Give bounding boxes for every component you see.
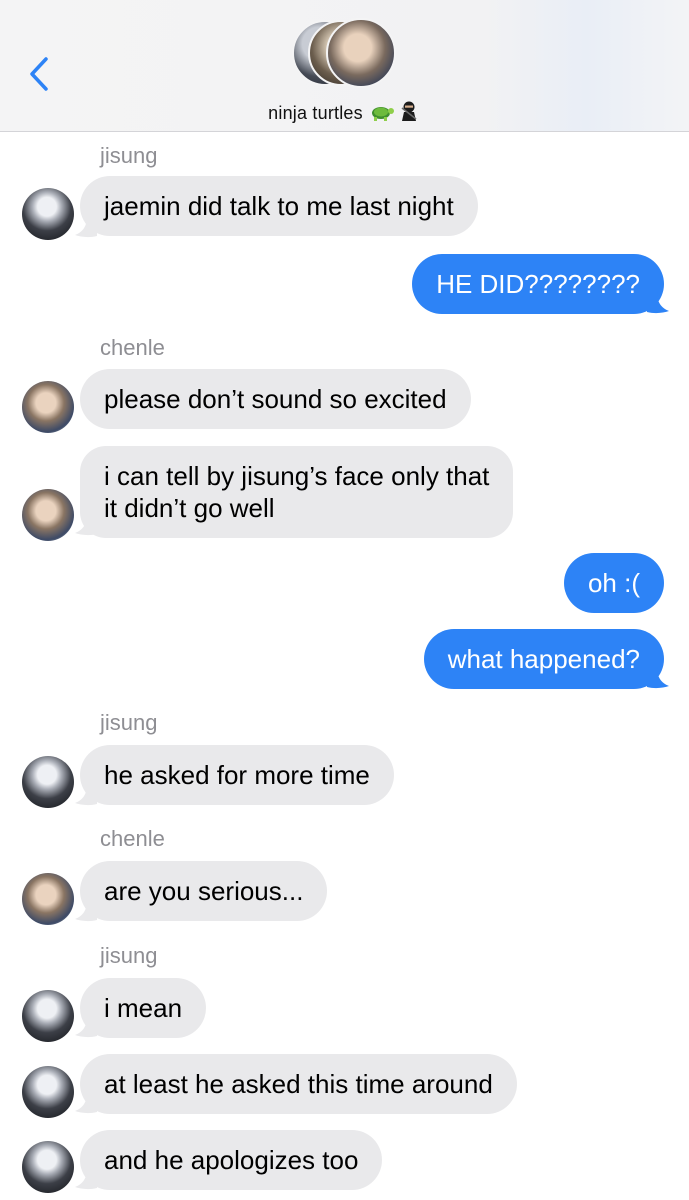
incoming-message-bubble[interactable]: he asked for more time: [80, 745, 394, 805]
incoming-message-bubble[interactable]: i can tell by jisung’s face only that it…: [80, 446, 514, 538]
message-text: are you serious...: [104, 876, 304, 906]
sender-avatar[interactable]: [22, 756, 74, 808]
message-text: please don’t sound so excited: [104, 384, 447, 414]
incoming-message-bubble[interactable]: at least he asked this time around: [80, 1054, 517, 1114]
group-avatar-stack[interactable]: [292, 18, 402, 90]
sender-avatar[interactable]: [22, 188, 74, 240]
sender-name: jisung: [100, 943, 158, 968]
message-text: i mean: [104, 993, 183, 1023]
bubble-tail: [647, 292, 669, 314]
bubble-tail: [75, 514, 97, 536]
sender-name: jisung: [100, 143, 158, 168]
bubble-tail: [75, 1092, 97, 1114]
incoming-message-bubble[interactable]: and he apologizes too: [80, 1130, 383, 1190]
bubble-tail: [75, 784, 97, 806]
turtle-ninja-emoji: [369, 100, 421, 127]
incoming-message-bubble[interactable]: please don’t sound so excited: [80, 369, 471, 429]
chevron-left-icon: [30, 57, 48, 91]
conversation-header: ninja turtles 🐢🥷: [0, 0, 689, 132]
sender-avatar[interactable]: [22, 873, 74, 925]
bubble-tail: [75, 216, 97, 238]
sender-name: jisung: [100, 710, 158, 735]
bubble-tail: [75, 900, 97, 922]
group-name-text: ninja turtles: [268, 103, 363, 123]
bubble-tail: [75, 1016, 97, 1038]
back-button[interactable]: [24, 52, 58, 96]
message-text: at least he asked this time around: [104, 1069, 493, 1099]
message-text: i can tell by jisung’s face only that: [104, 461, 490, 491]
sender-avatar[interactable]: [22, 381, 74, 433]
sender-avatar[interactable]: [22, 990, 74, 1042]
sender-avatar[interactable]: [22, 1066, 74, 1118]
bubble-tail: [647, 667, 669, 689]
incoming-message-bubble[interactable]: are you serious...: [80, 861, 328, 921]
message-text: and he apologizes too: [104, 1145, 359, 1175]
message-text: what happened?: [447, 644, 640, 674]
sender-avatar[interactable]: [22, 1141, 74, 1193]
group-member-avatar: [326, 18, 396, 88]
outgoing-message-bubble[interactable]: what happened?: [423, 629, 664, 689]
bubble-tail: [75, 1168, 97, 1190]
incoming-message-bubble[interactable]: jaemin did talk to me last night: [80, 176, 478, 236]
sender-avatar[interactable]: [22, 489, 74, 541]
outgoing-message-bubble[interactable]: HE DID????????: [412, 254, 664, 314]
message-text: HE DID????????: [436, 269, 640, 299]
sender-name: chenle: [100, 826, 165, 851]
message-text: oh :(: [587, 568, 640, 598]
group-title[interactable]: ninja turtles 🐢🥷: [0, 100, 689, 127]
sender-name: chenle: [100, 335, 165, 360]
message-text: jaemin did talk to me last night: [104, 191, 454, 221]
message-text: he asked for more time: [104, 760, 370, 790]
outgoing-message-bubble[interactable]: oh :(: [563, 553, 664, 613]
incoming-message-bubble[interactable]: i mean: [80, 978, 207, 1038]
message-text-line-2: it didn’t go well: [104, 493, 275, 523]
